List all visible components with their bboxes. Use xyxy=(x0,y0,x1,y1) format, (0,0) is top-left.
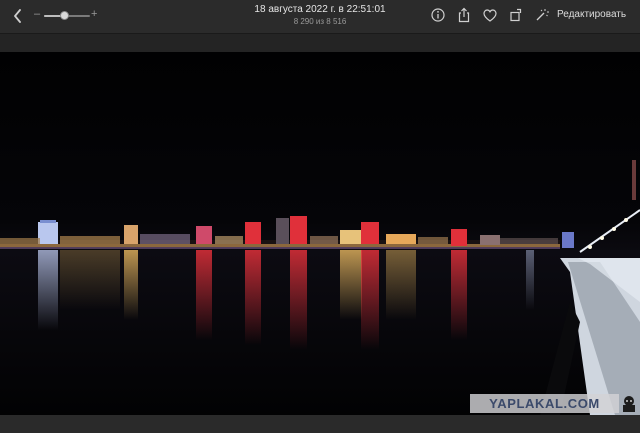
toolbar-bottom-strip xyxy=(0,34,640,52)
photo-viewer[interactable] xyxy=(0,52,640,415)
photo-info-header: 18 августа 2022 г. в 22:51:01 8 290 из 8… xyxy=(220,3,420,27)
heart-icon xyxy=(483,8,497,22)
info-button[interactable] xyxy=(429,6,447,24)
rotate-button[interactable] xyxy=(507,6,525,24)
auto-enhance-icon xyxy=(536,9,549,21)
photos-toolbar: – + 18 августа 2022 г. в 22:51:01 8 290 … xyxy=(0,0,640,34)
info-icon xyxy=(431,8,445,22)
zoom-in-label: + xyxy=(91,8,98,20)
zoom-out-label: – xyxy=(34,8,41,20)
site-watermark: YAPLAKAL.COM xyxy=(470,394,619,413)
night-city-photo xyxy=(0,52,640,415)
share-icon xyxy=(458,7,470,23)
back-button[interactable] xyxy=(8,6,28,26)
favorite-button[interactable] xyxy=(481,6,499,24)
edit-button[interactable]: Редактировать xyxy=(557,9,626,20)
chevron-left-icon xyxy=(14,9,21,23)
auto-enhance-button[interactable] xyxy=(533,6,551,24)
zoom-slider-knob[interactable] xyxy=(60,11,70,20)
photo-date-title: 18 августа 2022 г. в 22:51:01 xyxy=(254,4,386,15)
viewer-bottom-strip xyxy=(0,415,640,433)
rotate-icon xyxy=(510,8,522,22)
share-button[interactable] xyxy=(455,6,473,24)
watermark-face-icon xyxy=(623,396,635,412)
photo-position-count: 8 290 из 8 516 xyxy=(293,17,347,26)
